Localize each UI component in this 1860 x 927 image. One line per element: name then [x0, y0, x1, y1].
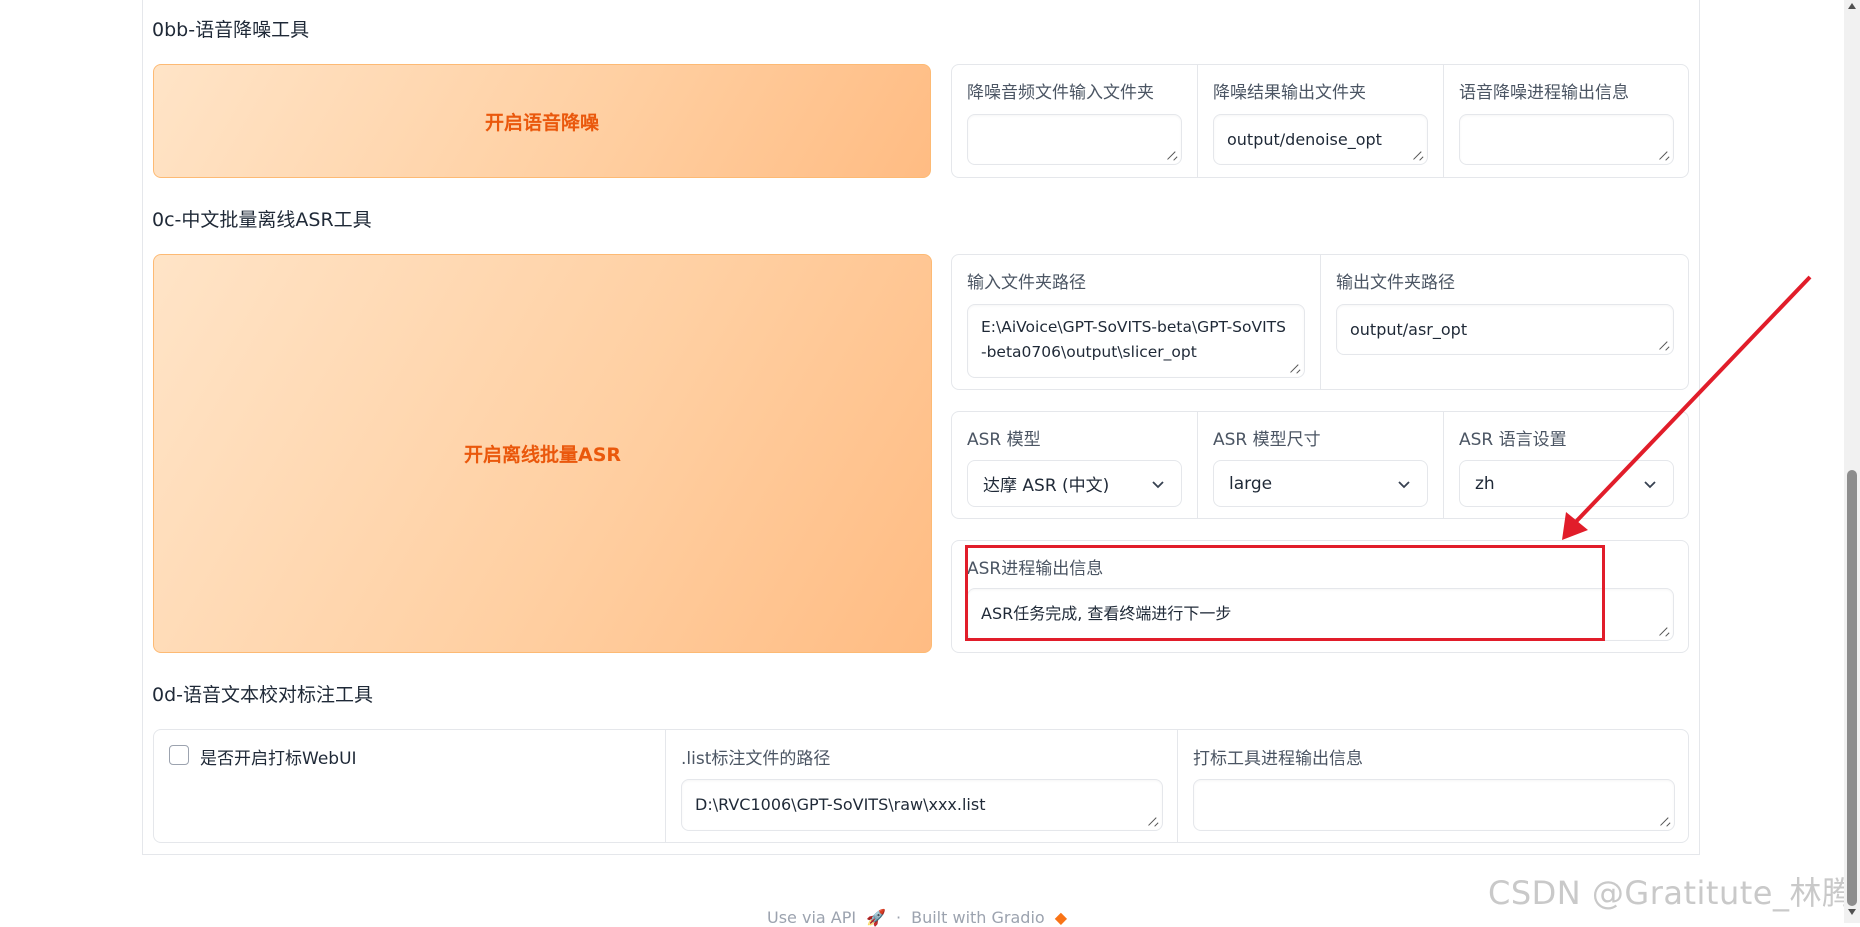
- divider: [1443, 65, 1444, 177]
- asr-model-value: 达摩 ASR (中文): [983, 476, 1110, 496]
- asr-output-path-label: 输出文件夹路径: [1336, 273, 1455, 293]
- denoise-output-dir-value: output/denoise_opt: [1227, 130, 1382, 149]
- asr-input-path-label: 输入文件夹路径: [967, 273, 1086, 293]
- denoise-output-dir-label: 降噪结果输出文件夹: [1213, 83, 1366, 103]
- label-tool-info-label: 打标工具进程输出信息: [1193, 749, 1363, 769]
- resize-handle-icon[interactable]: [1414, 151, 1423, 160]
- asr-size-dropdown[interactable]: large: [1213, 460, 1428, 507]
- chevron-down-icon: [1152, 480, 1164, 488]
- scrollbar-thumb[interactable]: [1847, 470, 1857, 906]
- denoise-input-dir-label: 降噪音频文件输入文件夹: [967, 83, 1154, 103]
- divider: [1320, 255, 1321, 389]
- scroll-up-icon[interactable]: [1847, 2, 1857, 10]
- built-with-gradio-link[interactable]: Built with Gradio: [911, 908, 1045, 927]
- divider: [665, 730, 666, 842]
- start-denoise-button[interactable]: 开启语音降噪: [153, 64, 931, 178]
- asr-section-title: 0c-中文批量离线ASR工具: [152, 209, 372, 231]
- list-path-field[interactable]: D:\RVC1006\GPT-SoVITS\raw\xxx.list: [681, 779, 1163, 831]
- label-tool-section-title: 0d-语音文本校对标注工具: [152, 684, 374, 706]
- resize-handle-icon[interactable]: [1660, 151, 1669, 160]
- gradio-logo-icon: ◆: [1054, 908, 1067, 927]
- denoise-input-dir-field[interactable]: [967, 114, 1182, 165]
- resize-handle-icon[interactable]: [1149, 817, 1158, 826]
- annotation-arrow-icon: [1562, 275, 1812, 540]
- list-path-label: .list标注文件的路径: [681, 749, 831, 769]
- divider: [1177, 730, 1178, 842]
- label-tool-info-output[interactable]: [1193, 779, 1675, 831]
- asr-input-path-field[interactable]: E:\AiVoice\GPT-SoVITS-beta\GPT-SoVITS-be…: [967, 304, 1305, 378]
- rocket-icon: 🚀: [866, 908, 887, 927]
- divider: [1197, 65, 1198, 177]
- asr-model-label: ASR 模型: [967, 430, 1041, 450]
- enable-label-webui-label: 是否开启打标WebUI: [200, 749, 357, 769]
- resize-handle-icon[interactable]: [1661, 817, 1670, 826]
- list-path-value: D:\RVC1006\GPT-SoVITS\raw\xxx.list: [695, 795, 986, 814]
- denoise-info-label: 语音降噪进程输出信息: [1459, 83, 1629, 103]
- divider: [1197, 412, 1198, 518]
- enable-label-webui-checkbox[interactable]: [169, 745, 189, 765]
- asr-size-value: large: [1229, 473, 1273, 494]
- watermark-text: CSDN @Gratitute_林腾: [1488, 874, 1855, 912]
- denoise-output-dir-field[interactable]: output/denoise_opt: [1213, 114, 1428, 165]
- chevron-down-icon: [1398, 480, 1410, 488]
- denoise-section-title: 0bb-语音降噪工具: [152, 19, 310, 41]
- footer-separator: ·: [896, 908, 902, 927]
- asr-input-path-value: E:\AiVoice\GPT-SoVITS-beta\GPT-SoVITS-be…: [981, 318, 1286, 361]
- footer: Use via API 🚀 · Built with Gradio ◆: [767, 908, 1067, 927]
- scroll-down-icon[interactable]: [1847, 908, 1857, 916]
- annotation-highlight-box: [965, 545, 1605, 641]
- resize-handle-icon[interactable]: [1660, 627, 1669, 636]
- label-tool-panel: 是否开启打标WebUI .list标注文件的路径 D:\RVC1006\GPT-…: [153, 729, 1689, 843]
- denoise-settings-panel: 降噪音频文件输入文件夹 降噪结果输出文件夹 output/denoise_opt…: [951, 64, 1689, 178]
- asr-size-label: ASR 模型尺寸: [1213, 430, 1321, 450]
- denoise-info-output[interactable]: [1459, 114, 1674, 165]
- asr-lang-value: zh: [1475, 473, 1495, 494]
- start-asr-button[interactable]: 开启离线批量ASR: [153, 254, 932, 653]
- resize-handle-icon[interactable]: [1291, 364, 1300, 373]
- resize-handle-icon[interactable]: [1168, 151, 1177, 160]
- use-api-link[interactable]: Use via API: [767, 908, 856, 927]
- asr-output-path-value: output/asr_opt: [1350, 320, 1468, 339]
- divider: [1443, 412, 1444, 518]
- asr-model-dropdown[interactable]: 达摩 ASR (中文): [967, 460, 1182, 507]
